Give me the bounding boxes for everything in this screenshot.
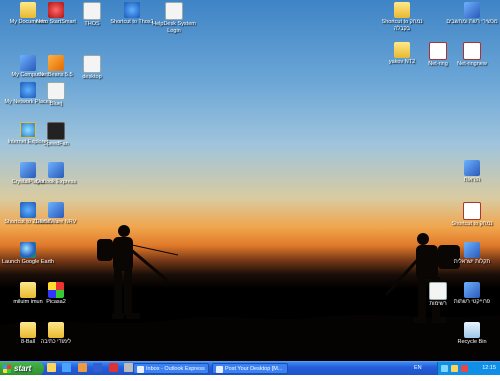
desktop-icon[interactable]: Bluej	[28, 82, 84, 108]
desktop-icon-label: לימודי כתיבה	[40, 339, 72, 345]
google-earth-icon	[20, 242, 36, 258]
desktop-icon[interactable]: Recycle Bin	[444, 322, 500, 346]
recycle-bin-icon	[464, 322, 480, 338]
desktop-icon[interactable]: DameWare NRV	[28, 202, 84, 226]
browser-icon	[216, 366, 223, 373]
desktop-icon-label: פרוייקטי רשתות	[453, 299, 491, 305]
desktop-icon-label: מכשירי רשת ומחשבים	[446, 19, 498, 25]
desktop-icon-label: Shortcut to נמחק בקבלה	[381, 19, 423, 32]
desktop-icon-label: SpeedFan	[43, 141, 69, 147]
pdf-icon	[463, 202, 481, 220]
network-icon	[464, 282, 480, 298]
document-icon	[165, 2, 183, 20]
taskbar-button-outlook[interactable]: Inbox - Outlook Express	[133, 363, 209, 374]
desktop-icon-label: Launch Google Earth	[2, 259, 54, 265]
bluej-icon	[47, 82, 65, 100]
desktop-icon[interactable]: Shortcut to נמחק בקבלה	[374, 2, 430, 32]
speedfan-icon	[47, 122, 65, 140]
quick-launch-folder-icon[interactable]	[47, 363, 56, 372]
volume-tray-icon[interactable]	[451, 365, 458, 372]
desktop-icon[interactable]: desktop	[64, 55, 120, 81]
desktop-icon-label: desktop	[82, 74, 102, 80]
language-indicator[interactable]: EN	[414, 362, 422, 375]
folder-shortcut-icon	[394, 2, 410, 18]
desktop-icon[interactable]: Shortcut to נמחק	[444, 202, 500, 228]
document-icon	[83, 55, 101, 73]
desktop-icon[interactable]: לימודי כתיבה	[28, 322, 84, 346]
desktop-icon[interactable]: Net-ringnew	[444, 42, 500, 68]
quick-launch	[47, 363, 135, 374]
folder-icon	[394, 42, 410, 58]
quick-launch-show-desktop-icon[interactable]	[124, 363, 134, 372]
desktop-icon[interactable]: Picasa2	[28, 282, 84, 306]
desktop-icon[interactable]: הוראות	[444, 160, 500, 184]
desktop-icon-label: Picasa2	[46, 299, 66, 305]
desktop-icon[interactable]: SpeedFan	[28, 122, 84, 148]
alert-tray-icon[interactable]	[461, 365, 468, 372]
start-label: start	[14, 364, 32, 373]
desktop-icon-label: Net-ringnew	[457, 61, 487, 67]
desktop-icon-label: HelpDesk System Login	[152, 21, 196, 34]
dameware-icon	[48, 202, 64, 218]
quick-launch-media-icon[interactable]	[108, 363, 118, 372]
picasa-icon	[48, 282, 64, 298]
desktop-icon-label: Recycle Bin	[457, 339, 487, 345]
task-label: Post Your Desktop [M...	[225, 366, 283, 372]
desktop-icon-label: הוראות	[463, 177, 481, 183]
desktop-icon-label: Shortcut to נמחק	[451, 221, 493, 227]
network-shortcut-icon	[124, 2, 140, 18]
system-tray: EN 12:15	[414, 362, 500, 375]
taskbar-button-post-desktop[interactable]: Post Your Desktop [M...	[212, 363, 288, 374]
desktop-icon[interactable]: תקלות ישראלית	[444, 242, 500, 266]
taskbar: start Inbox - Outlook Express Post Your …	[0, 361, 500, 375]
pdf-icon	[463, 42, 481, 60]
outlook-express-icon	[48, 162, 64, 178]
desktop-icon-label: Outlook Express	[35, 179, 77, 185]
desktop-icon-label: Bluej	[49, 101, 63, 107]
desktop-icon[interactable]: Launch Google Earth	[0, 242, 56, 266]
windows-flag-icon	[3, 365, 11, 373]
clock: 12:15	[482, 365, 496, 371]
folder-icon	[48, 322, 64, 338]
quick-launch-ie-icon[interactable]	[62, 363, 72, 372]
desktop-icon[interactable]: מכשירי רשת ומחשבים	[444, 2, 500, 26]
network-tray-icon[interactable]	[441, 365, 448, 372]
task-label: Inbox - Outlook Express	[146, 366, 205, 372]
quick-launch-app-icon[interactable]	[77, 363, 87, 372]
document-icon	[464, 160, 480, 176]
document-icon	[83, 2, 101, 20]
network-icon	[464, 2, 480, 18]
desktop-icon[interactable]: Outlook Express	[28, 162, 84, 186]
desktop-icon-label: תקלות ישראלית	[453, 259, 491, 265]
monitor-icon	[464, 242, 480, 258]
netbeans-icon	[48, 55, 64, 71]
desktop-icon-label: DameWare NRV	[35, 219, 77, 225]
quick-launch-word-icon[interactable]	[93, 363, 103, 372]
start-button[interactable]: start	[0, 362, 44, 375]
nero-icon	[48, 2, 64, 18]
desktop-icon[interactable]: HelpDesk System Login	[146, 2, 202, 34]
outlook-express-icon	[137, 366, 144, 373]
desktop-icon[interactable]: פרוייקטי רשתות	[444, 282, 500, 306]
